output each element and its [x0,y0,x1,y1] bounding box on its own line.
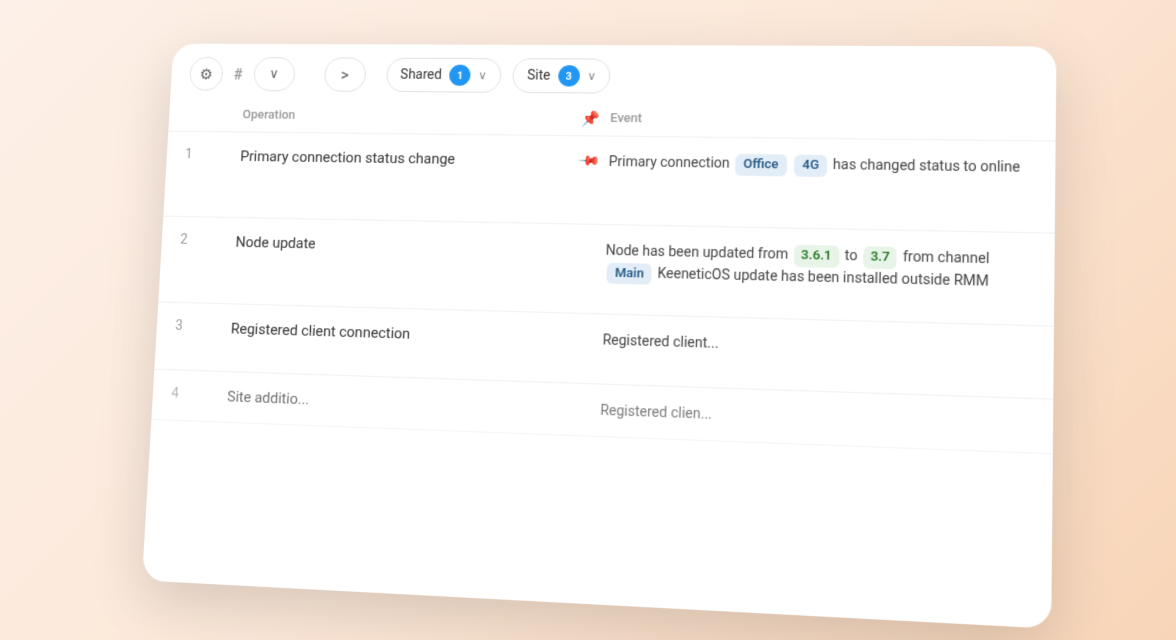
col-operation-header: Operation [242,98,572,135]
site-label: Site [527,68,551,84]
row-num-1: 1 [185,145,241,163]
chevron-down-button[interactable]: ∨ [253,57,296,91]
shared-label: Shared [400,67,442,83]
row-pin-2 [566,238,606,243]
row-num-2: 2 [180,230,236,248]
toolbar-row-1: ⚙ # ∨ > Shared 1 ∨ Site 3 ∨ [170,44,1056,105]
site-filter-button[interactable]: Site 3 ∨ [512,58,611,93]
office-tag: Office [735,154,787,176]
row-event-1: Primary connection Office 4G has changed… [608,150,1034,179]
version-from-tag: 3.6.1 [794,245,839,268]
version-to-tag: 3.7 [863,246,897,269]
gear-button[interactable]: ⚙ [189,57,224,91]
col-num-header [187,98,244,131]
hash-icon: # [233,65,243,83]
shared-chevron-icon: ∨ [478,69,487,82]
row-op-1: Primary connection status change [240,146,570,170]
site-badge: 3 [558,65,580,86]
nav-forward-button[interactable]: > [323,57,366,91]
row-pin-1: 📌 [569,150,609,170]
shared-badge: 1 [449,65,471,86]
row-event-2: Node has been updated from 3.6.1 to 3.7 … [605,239,1034,294]
row-event-4: Registered clien... [600,399,1032,438]
row-num-3: 3 [175,316,232,335]
chevron-down-icon: ∨ [269,67,279,82]
shared-filter-button[interactable]: Shared 1 ∨ [385,58,501,93]
row-pin-4 [561,397,601,402]
forward-icon: > [340,66,349,84]
row-op-2: Node update [235,231,566,257]
main-card: ⚙ # ∨ > Shared 1 ∨ Site 3 ∨ Operation 📌 … [142,44,1057,629]
gear-icon: ⚙ [199,65,213,83]
row-pin-3 [563,327,603,332]
main-channel-tag: Main [607,262,653,284]
row-op-3: Registered client connection [230,318,563,347]
site-chevron-icon: ∨ [587,69,596,83]
row-num-4: 4 [171,384,228,403]
pin-icon-1: 📌 [577,150,600,173]
table-body: 1 Primary connection status change 📌 Pri… [151,132,1055,455]
row-event-3: Registered client... [602,328,1032,364]
col-pin-header: 📌 [570,101,611,135]
col-event-header: Event [610,101,1035,140]
row-op-4: Site additio... [227,386,561,418]
pin-icon: 📌 [581,109,600,127]
4g-tag: 4G [794,155,828,177]
